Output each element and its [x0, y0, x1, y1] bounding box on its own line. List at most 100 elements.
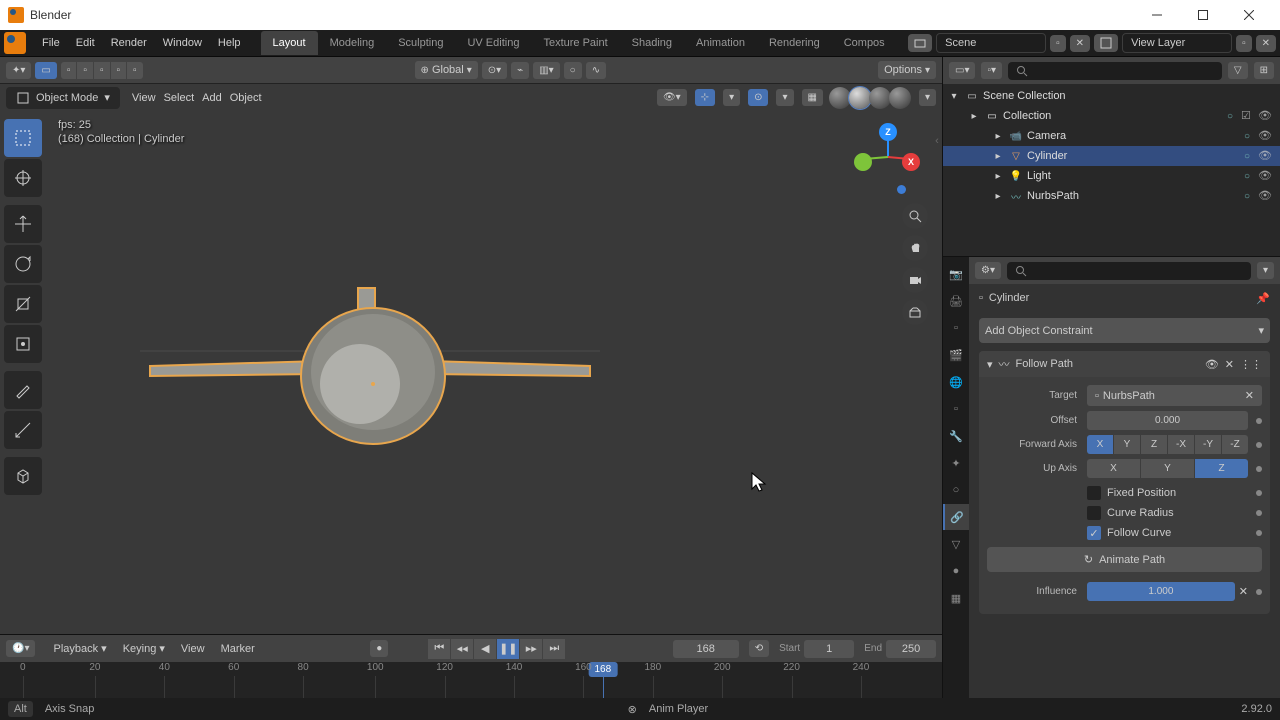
tree-row-camera[interactable]: ▸ 📹 Camera ○ 👁 — [943, 126, 1280, 146]
forward-axis-negx[interactable]: -X — [1168, 435, 1195, 454]
forward-axis-y[interactable]: Y — [1114, 435, 1141, 454]
maximize-button[interactable] — [1180, 0, 1226, 30]
timeline-track[interactable]: 168 020406080100120140160180200220240 — [0, 662, 942, 698]
outliner-search-input[interactable] — [1008, 62, 1222, 80]
tool-scale[interactable] — [4, 285, 42, 323]
gizmo-z-axis[interactable]: Z — [879, 123, 897, 141]
n-panel-toggle[interactable]: ‹ — [932, 121, 942, 161]
orientation-dropdown[interactable]: ⊕ Global ▾ — [415, 61, 478, 79]
overlay-toggle[interactable]: ⊙ — [748, 89, 768, 106]
selection-mode-1[interactable]: ▫ — [61, 62, 77, 79]
delete-constraint-button[interactable]: ✕ — [1225, 358, 1234, 371]
keyframe-dot[interactable] — [1256, 490, 1262, 496]
tool-measure[interactable] — [4, 411, 42, 449]
chevron-icon[interactable]: ▸ — [991, 169, 1005, 183]
visibility-toggle[interactable]: 👁 — [1258, 169, 1272, 183]
visibility-dropdown[interactable]: 👁▾ — [657, 89, 687, 106]
menu-edit[interactable]: Edit — [68, 33, 103, 53]
close-button[interactable] — [1226, 0, 1272, 30]
perspective-toggle-icon[interactable] — [902, 299, 928, 325]
animate-path-button[interactable]: ↻Animate Path — [987, 547, 1262, 572]
minimize-button[interactable] — [1134, 0, 1180, 30]
pan-icon[interactable] — [902, 235, 928, 261]
up-axis-x[interactable]: X — [1087, 459, 1141, 478]
properties-search[interactable] — [1007, 262, 1251, 280]
tab-object[interactable]: ▫ — [943, 396, 969, 422]
workspace-tab-animation[interactable]: Animation — [684, 31, 757, 55]
gizmo-y-axis[interactable] — [854, 153, 872, 171]
up-axis-z[interactable]: Z — [1195, 459, 1248, 478]
play-reverse-button[interactable]: ◀ — [474, 639, 496, 659]
tool-cursor[interactable] — [4, 159, 42, 197]
viewport-menu-view[interactable]: View — [128, 90, 160, 106]
playhead[interactable]: 168 — [603, 662, 604, 698]
close-anim-player-icon[interactable]: ⊗ — [628, 703, 637, 716]
outliner-view-mode[interactable]: ▫▾ — [981, 62, 1002, 79]
tree-row-nurbspath[interactable]: ▸ 〰 NurbsPath ○ 👁 — [943, 186, 1280, 206]
proportional-dropdown[interactable]: ∿ — [586, 62, 606, 79]
menu-render[interactable]: Render — [103, 33, 155, 53]
navigation-gizmo[interactable]: Z X — [854, 123, 922, 191]
keyframe-prev-button[interactable]: ◂◂ — [451, 639, 473, 659]
scene-browse-button[interactable] — [908, 34, 932, 52]
keyframe-next-button[interactable]: ▸▸ — [520, 639, 542, 659]
timeline-menu-keying[interactable]: Keying ▾ — [115, 640, 173, 658]
tab-modifiers[interactable]: 🔧 — [943, 423, 969, 449]
snap-dropdown[interactable]: ▥▾ — [533, 62, 559, 79]
timeline-range-button[interactable]: ⟲ — [749, 640, 769, 657]
chevron-icon[interactable]: ▸ — [991, 189, 1005, 203]
viewlayer-name-input[interactable] — [1122, 33, 1232, 53]
forward-axis-z[interactable]: Z — [1141, 435, 1168, 454]
tool-add-cube[interactable] — [4, 457, 42, 495]
visibility-toggle[interactable]: 👁 — [1258, 109, 1272, 123]
outliner-tree[interactable]: ▾ ▭ Scene Collection ▸ ▭ Collection ○ ☑ … — [943, 84, 1280, 256]
timeline-menu-marker[interactable]: Marker — [213, 640, 263, 658]
current-frame-input[interactable]: 168 — [673, 640, 739, 658]
shading-dropdown[interactable]: ▾ — [919, 89, 936, 106]
workspace-tab-rendering[interactable]: Rendering — [757, 31, 832, 55]
timeline-menu-view[interactable]: View — [173, 640, 213, 658]
scene-delete-button[interactable]: ✕ — [1070, 35, 1090, 52]
outliner-display-mode[interactable]: ▭▾ — [949, 62, 975, 79]
outliner-new-collection[interactable]: ⊞ — [1254, 62, 1274, 79]
collapse-icon[interactable]: ▾ — [987, 358, 993, 371]
visibility-toggle[interactable]: 👁 — [1258, 189, 1272, 203]
menu-file[interactable]: File — [34, 33, 68, 53]
constraint-name[interactable]: Follow Path — [1016, 358, 1199, 370]
scene-new-button[interactable]: ▫ — [1050, 35, 1066, 52]
target-picker[interactable]: ▫NurbsPath ✕ — [1087, 385, 1262, 406]
proportional-toggle[interactable]: ○ — [564, 62, 582, 79]
scene-name-input[interactable] — [936, 33, 1046, 53]
shading-rendered[interactable] — [889, 87, 911, 109]
keyframe-dot[interactable] — [1256, 510, 1262, 516]
properties-editor-type[interactable]: ⚙▾ — [975, 262, 1001, 279]
tab-texture[interactable]: ▦ — [943, 585, 969, 611]
overlay-dropdown[interactable]: ▾ — [776, 89, 793, 106]
workspace-tab-compos[interactable]: Compos — [832, 31, 897, 55]
keyframe-dot[interactable] — [1256, 466, 1262, 472]
workspace-tab-shading[interactable]: Shading — [620, 31, 684, 55]
selection-mode-5[interactable]: ▫ — [127, 62, 143, 79]
gizmo-toggle[interactable]: ⊹ — [695, 89, 715, 106]
selection-mode-3[interactable]: ▫ — [94, 62, 110, 79]
visibility-toggle[interactable]: 👁 — [1258, 149, 1272, 163]
gizmo-neg-axis-dot[interactable] — [897, 185, 906, 194]
menu-window[interactable]: Window — [155, 33, 210, 53]
influence-slider[interactable]: 1.000 — [1087, 582, 1235, 601]
tree-row-collection[interactable]: ▸ ▭ Collection ○ ☑ 👁 — [943, 106, 1280, 126]
influence-clear-button[interactable]: ✕ — [1239, 585, 1248, 598]
editor-type-dropdown[interactable]: ✦▾ — [6, 62, 31, 79]
tool-select-box[interactable] — [4, 119, 42, 157]
gizmo-dropdown[interactable]: ▾ — [723, 89, 740, 106]
start-frame-input[interactable]: 1 — [804, 640, 854, 658]
tab-viewlayer[interactable]: ▫ — [943, 315, 969, 341]
end-frame-input[interactable]: 250 — [886, 640, 936, 658]
timeline-editor-type[interactable]: 🕐▾ — [6, 640, 35, 657]
selection-mode-2[interactable]: ▫ — [77, 62, 93, 79]
viewport-3d[interactable]: fps: 25 (168) Collection | Cylinder — [0, 111, 942, 634]
pin-icon[interactable]: 📌 — [1256, 292, 1270, 305]
tree-row-scene-collection[interactable]: ▾ ▭ Scene Collection — [943, 86, 1280, 106]
follow-curve-checkbox[interactable]: ✓ — [1087, 526, 1101, 540]
workspace-tab-layout[interactable]: Layout — [261, 31, 318, 55]
offset-input[interactable]: 0.000 — [1087, 411, 1248, 430]
